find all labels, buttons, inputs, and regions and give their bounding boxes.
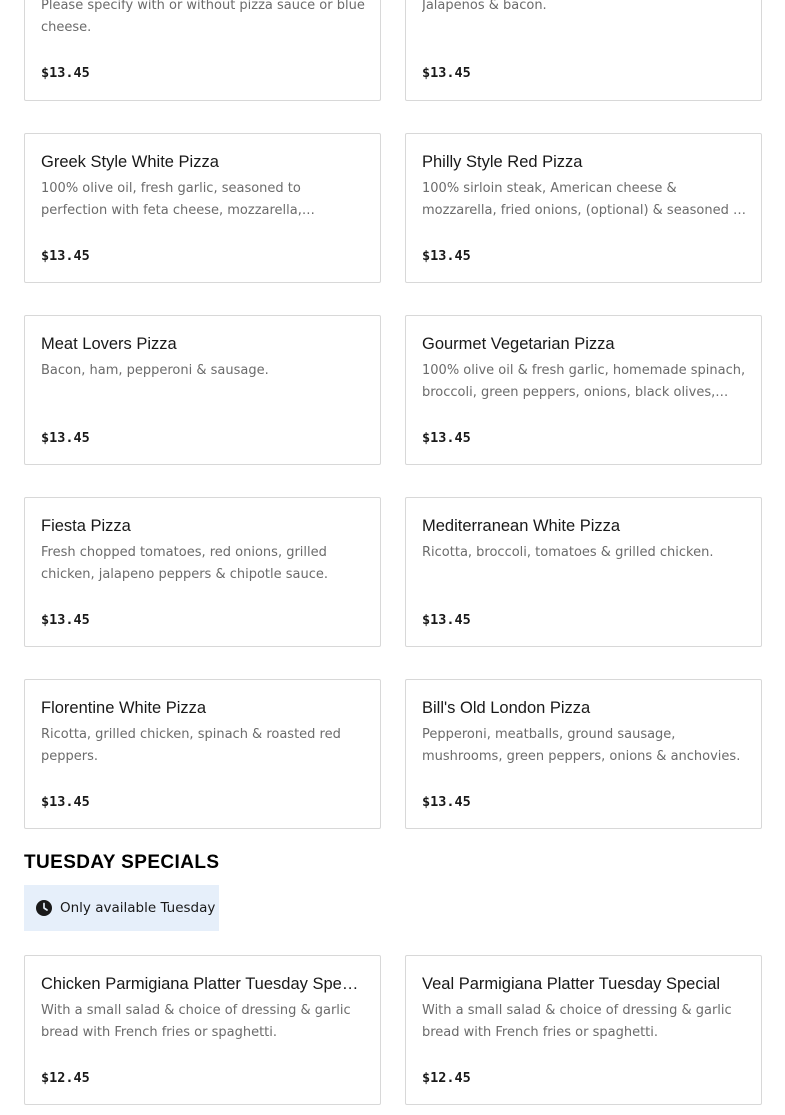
menu-item-card[interactable]: Veal Parmigiana Platter Tuesday Special … — [405, 955, 762, 1105]
menu-item-name: Greek Style White Pizza — [41, 153, 219, 171]
clock-icon — [36, 900, 52, 916]
menu-item-name: Gourmet Vegetarian Pizza — [422, 335, 615, 353]
menu-item-description: 100% sirloin steak, American cheese & mo… — [422, 181, 747, 218]
menu-item-price: $13.45 — [41, 430, 90, 446]
menu-item-description: Ricotta, grilled chicken, spinach & roas… — [41, 727, 341, 764]
menu-item-card[interactable]: Fiesta Pizza Fresh chopped tomatoes, red… — [24, 497, 381, 647]
menu-item-description: 100% olive oil, fresh garlic, seasoned t… — [41, 181, 302, 218]
menu-item-description: Ricotta, broccoli, tomatoes & grilled ch… — [422, 545, 714, 560]
menu-item-price: $13.45 — [41, 65, 90, 81]
menu-item-name: Chicken Parmigiana Platter Tuesday Speci… — [41, 975, 364, 993]
menu-item-name: Philly Style Red Pizza — [422, 153, 583, 171]
menu-item-card[interactable]: Chicken Parmigiana Platter Tuesday Speci… — [24, 955, 381, 1105]
menu-item-card[interactable]: Bill's Old London Pizza Pepperoni, meatb… — [405, 679, 762, 829]
menu-item-card[interactable]: Meat Lovers Pizza Bacon, ham, pepperoni … — [24, 315, 381, 465]
menu-item-price: $13.45 — [422, 612, 471, 628]
menu-item-description: Please specify with or without pizza sau… — [41, 0, 365, 35]
menu-item-card[interactable]: Philly Style Red Pizza 100% sirloin stea… — [405, 133, 762, 283]
menu-item-card[interactable]: Please specify with or without pizza sau… — [24, 0, 381, 101]
availability-badge: Only available Tuesday — [24, 885, 219, 931]
menu-item-price: $13.45 — [422, 430, 471, 446]
menu-item-name: Veal Parmigiana Platter Tuesday Special — [422, 975, 721, 993]
menu-item-price: $13.45 — [41, 794, 90, 810]
menu-item-name: Bill's Old London Pizza — [422, 699, 591, 717]
menu-item-card[interactable]: Greek Style White Pizza 100% olive oil, … — [24, 133, 381, 283]
menu-item-price: $13.45 — [41, 248, 90, 264]
menu-item-card[interactable]: Mediterranean White Pizza Ricotta, brocc… — [405, 497, 762, 647]
menu-item-price: $12.45 — [422, 1070, 471, 1086]
menu-item-price: $12.45 — [41, 1070, 90, 1086]
menu-item-price: $13.45 — [422, 794, 471, 810]
menu-item-name: Fiesta Pizza — [41, 517, 131, 535]
menu-item-description: Fresh chopped tomatoes, red onions, gril… — [41, 545, 329, 582]
menu-item-price: $13.45 — [41, 612, 90, 628]
menu-item-price: $13.45 — [422, 248, 471, 264]
menu-item-card[interactable]: Gourmet Vegetarian Pizza 100% olive oil … — [405, 315, 762, 465]
menu-item-name: Florentine White Pizza — [41, 699, 207, 717]
menu-item-description: Jalapenos & bacon. — [422, 0, 547, 13]
menu-item-name: Mediterranean White Pizza — [422, 517, 621, 535]
menu-item-description: With a small salad & choice of dressing … — [41, 1003, 351, 1040]
menu-item-description: Bacon, ham, pepperoni & sausage. — [41, 363, 269, 378]
menu-item-card[interactable]: Florentine White Pizza Ricotta, grilled … — [24, 679, 381, 829]
menu-item-description: With a small salad & choice of dressing … — [422, 1003, 732, 1040]
menu-item-card[interactable]: Jalapenos & bacon. $13.45 — [405, 0, 762, 101]
menu-item-description: 100% olive oil & fresh garlic, homemade … — [422, 363, 746, 400]
menu-item-price: $13.45 — [422, 65, 471, 81]
section-title: TUESDAY SPECIALS — [24, 852, 220, 873]
menu-item-description: Pepperoni, meatballs, ground sausage, mu… — [422, 727, 741, 764]
availability-text: Only available Tuesday — [60, 900, 216, 916]
menu-item-name: Meat Lovers Pizza — [41, 335, 177, 353]
